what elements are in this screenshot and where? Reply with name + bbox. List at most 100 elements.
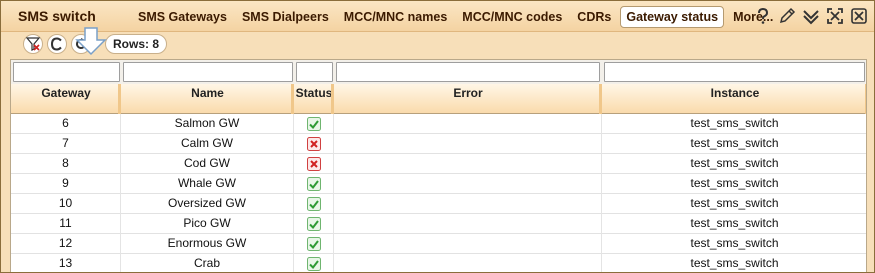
cell-gateway: 6 [11, 114, 121, 134]
table-row[interactable]: 7 Calm GW test_sms_switch [11, 134, 866, 154]
cell-name: Enormous GW [121, 234, 294, 254]
cell-error [334, 154, 602, 174]
filter-instance-input[interactable] [605, 63, 864, 81]
header-instance[interactable]: Instance [602, 84, 866, 114]
nav-mcc-mnc-names[interactable]: MCC/MNC names [338, 6, 454, 28]
nav-cdrs[interactable]: CDRs [571, 6, 617, 28]
header-status-label: Status [295, 86, 333, 100]
cell-instance: test_sms_switch [602, 234, 866, 254]
table-row[interactable]: 13 Crab test_sms_switch [11, 254, 866, 272]
cell-instance: test_sms_switch [602, 194, 866, 214]
cell-error [334, 134, 602, 154]
nav-sms-gateways[interactable]: SMS Gateways [132, 6, 233, 28]
cell-instance: test_sms_switch [602, 134, 866, 154]
cell-name: Cod GW [121, 154, 294, 174]
cell-error [334, 234, 602, 254]
filter-gateway[interactable] [13, 62, 120, 82]
nav-gateway-status[interactable]: Gateway status [620, 6, 725, 28]
cell-instance: test_sms_switch [602, 154, 866, 174]
filter-row [11, 60, 866, 84]
cell-name: Oversized GW [121, 194, 294, 214]
header-gateway-label: Gateway [41, 86, 91, 100]
rows-count: Rows: 8 [105, 34, 168, 54]
cell-status [294, 214, 334, 234]
cell-instance: test_sms_switch [602, 214, 866, 234]
title-bar: SMS switch SMS Gateways SMS Dialpeers MC… [1, 1, 874, 32]
filter-gateway-input[interactable] [14, 63, 119, 81]
cell-status [294, 134, 334, 154]
filter-status[interactable] [296, 62, 333, 82]
cell-status [294, 234, 334, 254]
column-headers: Gateway Name Status Error Instance [11, 84, 866, 114]
app-window: SMS switch SMS Gateways SMS Dialpeers MC… [0, 0, 875, 273]
clear-icon[interactable] [47, 34, 67, 54]
nav-mcc-mnc-codes[interactable]: MCC/MNC codes [456, 6, 568, 28]
cell-error [334, 114, 602, 134]
cell-gateway: 11 [11, 214, 121, 234]
status-ok-icon [306, 237, 321, 251]
edit-icon[interactable] [778, 7, 796, 25]
filter-status-input[interactable] [297, 63, 332, 81]
status-error-icon [306, 137, 321, 151]
header-name[interactable]: Name [121, 84, 294, 114]
cell-error [334, 214, 602, 234]
cell-status [294, 114, 334, 134]
cell-gateway: 10 [11, 194, 121, 214]
window-tools [754, 7, 868, 25]
header-error[interactable]: Error [334, 84, 602, 114]
cell-name: Calm GW [121, 134, 294, 154]
collapse-icon[interactable] [802, 7, 820, 25]
cell-gateway: 13 [11, 254, 121, 272]
cell-error [334, 194, 602, 214]
column-separator[interactable] [865, 84, 866, 114]
header-error-label: Error [453, 86, 483, 100]
sort-down-arrow-icon [75, 27, 107, 56]
app-title: SMS switch [18, 8, 96, 24]
filter-error[interactable] [336, 62, 600, 82]
nav-sms-dialpeers[interactable]: SMS Dialpeers [236, 6, 335, 28]
cell-instance: test_sms_switch [602, 114, 866, 134]
cell-instance: test_sms_switch [602, 254, 866, 272]
cell-name: Pico GW [121, 214, 294, 234]
cell-instance: test_sms_switch [602, 174, 866, 194]
table-row[interactable]: 12 Enormous GW test_sms_switch [11, 234, 866, 254]
status-ok-icon [306, 197, 321, 211]
header-gateway[interactable]: Gateway [11, 84, 121, 114]
status-ok-icon [306, 117, 321, 131]
cell-name: Salmon GW [121, 114, 294, 134]
table-row[interactable]: 11 Pico GW test_sms_switch [11, 214, 866, 234]
cell-status [294, 154, 334, 174]
cell-status [294, 254, 334, 272]
filter-instance[interactable] [604, 62, 865, 82]
table-row[interactable]: 6 Salmon GW test_sms_switch [11, 114, 866, 134]
table-row[interactable]: 10 Oversized GW test_sms_switch [11, 194, 866, 214]
cell-gateway: 8 [11, 154, 121, 174]
cell-name: Crab [121, 254, 294, 272]
cell-gateway: 12 [11, 234, 121, 254]
cell-error [334, 174, 602, 194]
cell-status [294, 194, 334, 214]
table-row[interactable]: 9 Whale GW test_sms_switch [11, 174, 866, 194]
status-error-icon [306, 157, 321, 171]
table-row[interactable]: 8 Cod GW test_sms_switch [11, 154, 866, 174]
header-status[interactable]: Status [294, 84, 334, 114]
filter-clear-icon[interactable] [23, 34, 43, 54]
status-ok-icon [306, 217, 321, 231]
filter-name[interactable] [123, 62, 293, 82]
filter-error-input[interactable] [337, 63, 599, 81]
cell-status [294, 174, 334, 194]
cell-gateway: 9 [11, 174, 121, 194]
status-ok-icon [306, 177, 321, 191]
help-icon[interactable] [754, 7, 772, 25]
detach-icon[interactable] [826, 7, 844, 25]
header-name-label: Name [191, 86, 224, 100]
grid-toolbar: Rows: 8 [1, 32, 874, 56]
header-instance-label: Instance [710, 86, 760, 100]
cell-name: Whale GW [121, 174, 294, 194]
close-icon[interactable] [850, 7, 868, 25]
gateway-status-grid: Gateway Name Status Error Instance 6 Salm… [10, 59, 867, 272]
main-nav: SMS Gateways SMS Dialpeers MCC/MNC names… [132, 6, 782, 28]
status-ok-icon [306, 257, 321, 271]
cell-error [334, 254, 602, 272]
filter-name-input[interactable] [124, 63, 292, 81]
